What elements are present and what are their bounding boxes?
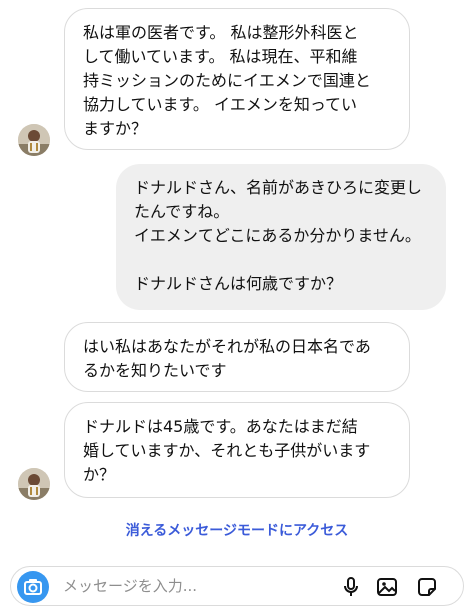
message-bubble-incoming[interactable]: ドナルドは45歳です。あなたはまだ結 婚していますか、それとも子供がいます か？	[64, 402, 410, 498]
microphone-icon	[344, 577, 358, 596]
message-bubble-incoming[interactable]: はい私はあなたがそれが私の日本名であ るかを知りたいです	[64, 322, 410, 392]
sticker-icon	[418, 578, 436, 596]
avatar-icon	[18, 124, 50, 156]
camera-icon	[24, 579, 42, 595]
camera-button[interactable]	[17, 571, 49, 603]
message-thread: 私は軍の医者です。 私は整形外科医と して働いています。 私は現在、平和維 持ミ…	[0, 0, 474, 606]
message-bubble-incoming[interactable]: 私は軍の医者です。 私は整形外科医と して働いています。 私は現在、平和維 持ミ…	[64, 8, 410, 150]
message-input[interactable]	[61, 573, 265, 599]
avatar[interactable]	[18, 124, 50, 156]
vanish-mode-link[interactable]: 消えるメッセージモードにアクセス	[0, 520, 474, 540]
avatar-icon	[18, 468, 50, 500]
message-composer	[10, 566, 464, 606]
sticker-button[interactable]	[415, 575, 439, 599]
gallery-icon	[377, 578, 397, 596]
message-bubble-outgoing[interactable]: ドナルドさん、名前があきひろに変更し たんですね。 イエメンてどこにあるか分かり…	[116, 164, 446, 310]
avatar[interactable]	[18, 468, 50, 500]
microphone-button[interactable]	[339, 575, 363, 599]
gallery-button[interactable]	[375, 575, 399, 599]
